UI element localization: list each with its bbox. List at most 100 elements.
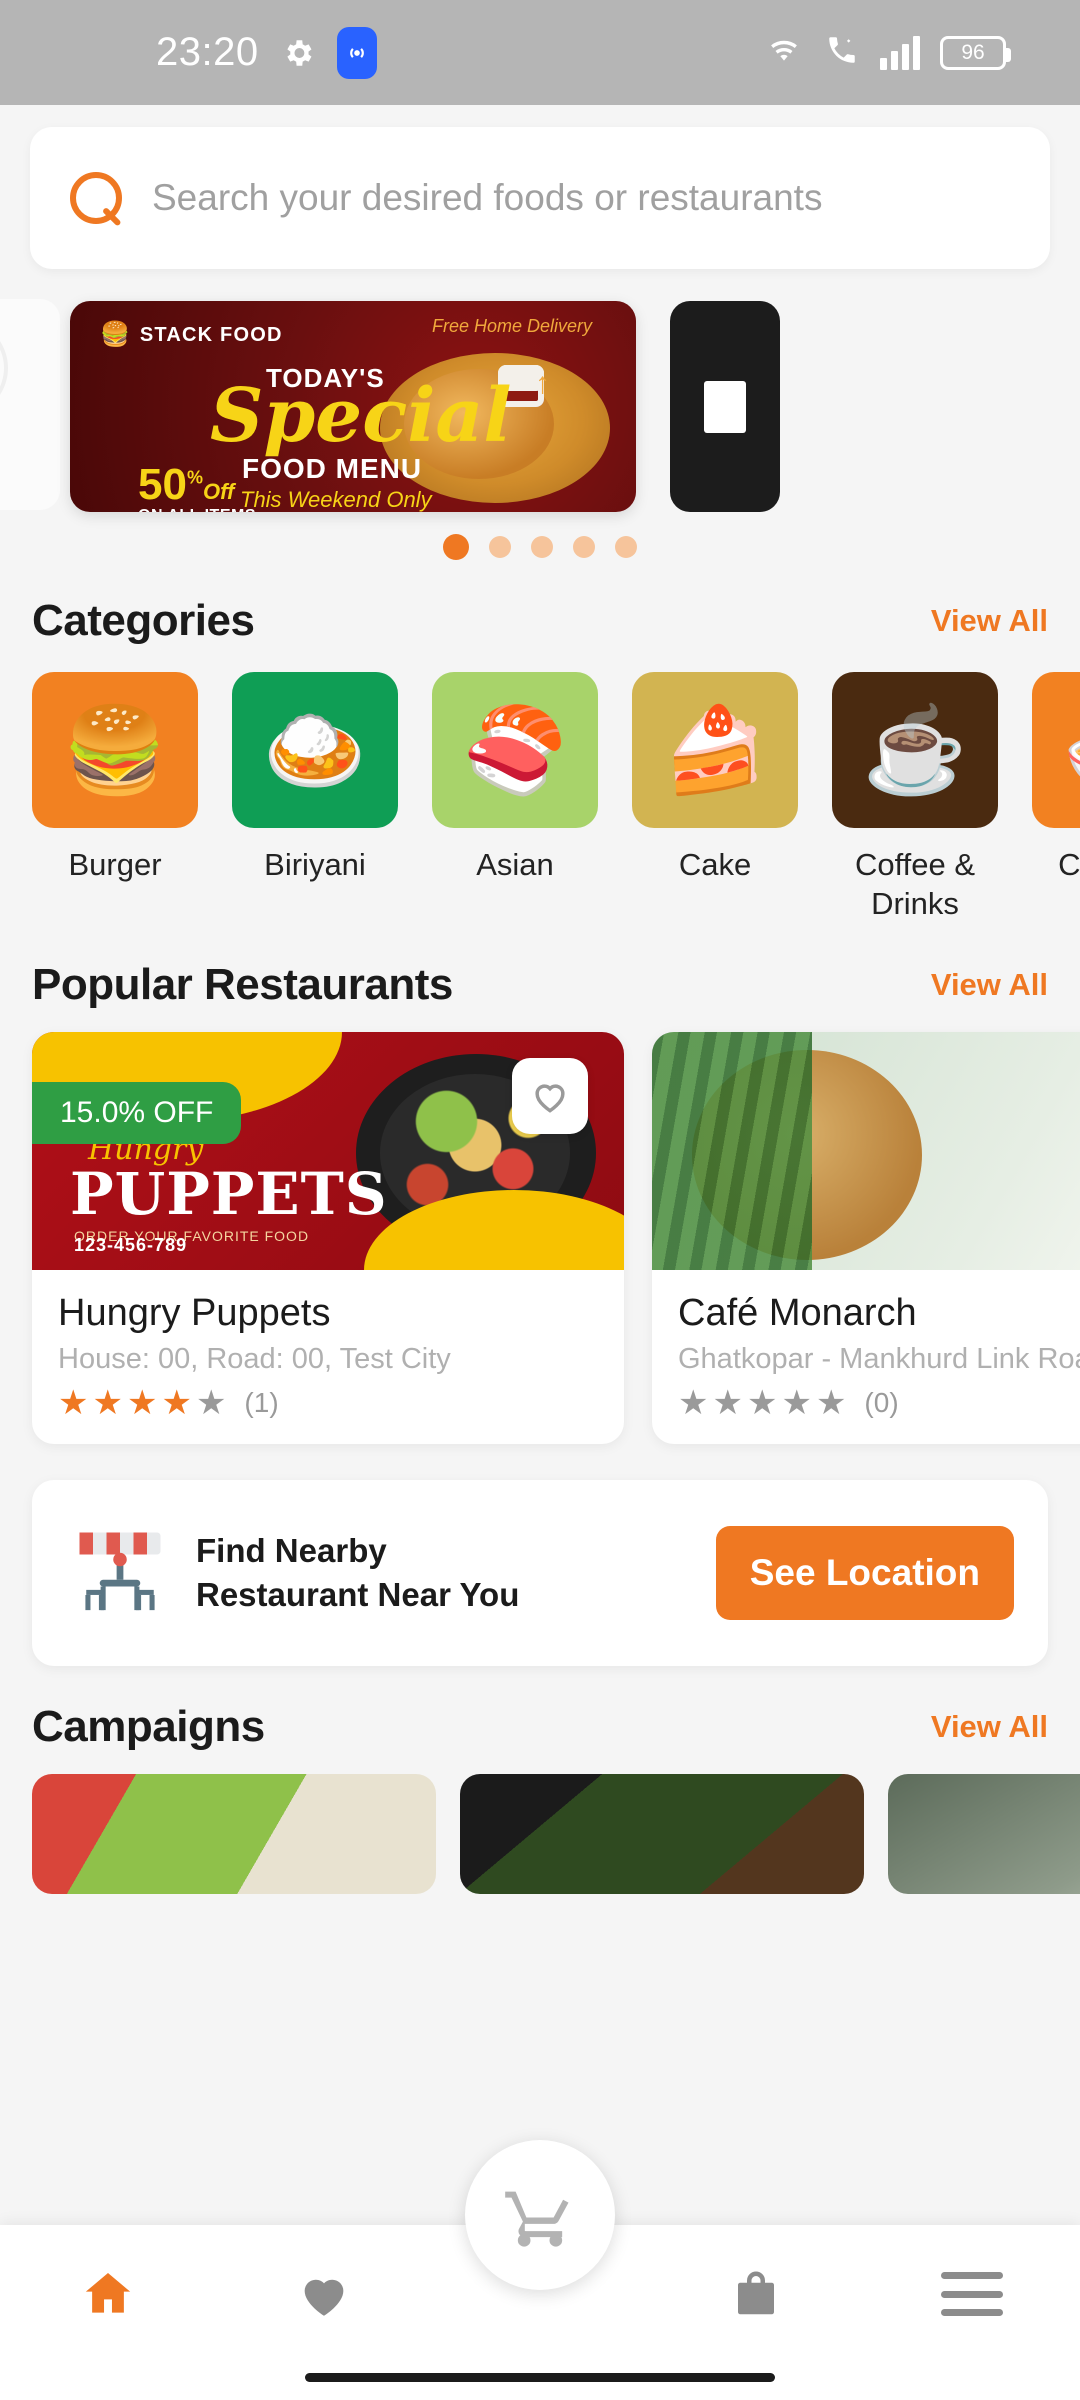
wifi-icon bbox=[764, 33, 804, 72]
category-item-coffee-drinks[interactable]: ☕ Coffee & Drinks bbox=[832, 672, 998, 924]
star-icon: ★ bbox=[58, 1383, 89, 1422]
category-image-burger: 🍔 bbox=[32, 672, 198, 828]
search-icon bbox=[70, 172, 122, 224]
popular-restaurants-view-all[interactable]: View All bbox=[931, 967, 1048, 1003]
restaurant-info: Café Monarch Ghatkopar - Mankhurd Link R… bbox=[652, 1270, 1080, 1444]
category-item-burger[interactable]: 🍔 Burger bbox=[32, 672, 198, 924]
nav-item-favorites[interactable] bbox=[249, 2257, 399, 2331]
restaurant-rating: ★ ★ ★ ★ ★ (1) bbox=[58, 1386, 598, 1420]
restaurant-card-cafe-monarch[interactable]: 2X1 COMBO OFFERS MO //// Café Monarch Gh… bbox=[652, 1031, 1080, 1444]
categories-header: Categories View All bbox=[0, 596, 1080, 646]
cart-icon bbox=[505, 2191, 569, 2247]
noodles-icon: 🍜 bbox=[1063, 708, 1080, 792]
campaign-card[interactable] bbox=[32, 1773, 436, 1894]
carousel-prev-slide[interactable]: ow bbox=[0, 299, 60, 510]
banner-brand-label: STACK FOOD bbox=[139, 323, 283, 346]
status-bar: 23:20 96 bbox=[0, 0, 1080, 105]
app-screen: Search your desired foods or restaurants… bbox=[0, 105, 1080, 2400]
category-item-cake[interactable]: 🍰 Cake bbox=[632, 672, 798, 924]
nav-item-menu[interactable] bbox=[897, 2257, 1047, 2331]
status-bar-left: 23:20 bbox=[46, 26, 377, 79]
carousel-dots[interactable] bbox=[0, 534, 1080, 560]
category-item-asian[interactable]: 🍣 Asian bbox=[432, 672, 598, 924]
category-item-biriyani[interactable]: 🍛 Biriyani bbox=[232, 672, 398, 924]
carousel-dot-4[interactable] bbox=[573, 536, 595, 558]
nearby-line-1: Find Nearby bbox=[196, 1531, 387, 1569]
nav-item-orders[interactable] bbox=[681, 2257, 831, 2331]
heart-icon bbox=[304, 2279, 344, 2316]
search-placeholder: Search your desired foods or restaurants bbox=[152, 177, 823, 218]
sushi-icon: 🍣 bbox=[462, 703, 568, 797]
carousel-dot-2[interactable] bbox=[489, 536, 511, 558]
category-item-chinese[interactable]: 🍜 Chinese bbox=[1032, 672, 1080, 924]
nav-item-home[interactable] bbox=[33, 2257, 183, 2331]
restaurant-name: Hungry Puppets bbox=[58, 1291, 331, 1334]
banner-tagline: This Weekend Only bbox=[240, 487, 432, 512]
cover-phone-text: 123-456-789 bbox=[74, 1234, 188, 1255]
promo-carousel[interactable]: ow 🍔 STACK FOOD Free Home Delivery ↑ Spe… bbox=[0, 299, 1080, 514]
banner-delivery-note: Free Home Delivery bbox=[431, 316, 592, 336]
burger-icon: 🍔 bbox=[62, 703, 168, 797]
popular-restaurants-list[interactable]: Hungry PUPPETS ORDER YOUR FAVORITE FOOD … bbox=[0, 1010, 1080, 1444]
cover-title-text: PUPPETS bbox=[70, 1159, 388, 1228]
carousel-dot-3[interactable] bbox=[531, 536, 553, 558]
menu-icon bbox=[941, 2272, 1003, 2316]
shop-stall-icon bbox=[66, 1519, 174, 1627]
carousel-dot-1[interactable] bbox=[443, 534, 469, 560]
discount-badge: 15.0% OFF bbox=[32, 1081, 242, 1144]
category-image-cake: 🍰 bbox=[632, 672, 798, 828]
gesture-bar bbox=[305, 2373, 775, 2382]
categories-view-all[interactable]: View All bbox=[931, 603, 1048, 639]
restaurant-address: Ghatkopar - Mankhurd Link Road bbox=[678, 1342, 1080, 1375]
restaurant-address: House: 00, Road: 00, Test City bbox=[58, 1342, 451, 1375]
nearby-restaurant-card[interactable]: Find Nearby Restaurant Near You See Loca… bbox=[32, 1479, 1048, 1666]
star-icon: ★ bbox=[712, 1383, 743, 1422]
restaurant-name: Café Monarch bbox=[678, 1291, 917, 1334]
restaurant-card-hungry-puppets[interactable]: Hungry PUPPETS ORDER YOUR FAVORITE FOOD … bbox=[32, 1031, 624, 1444]
campaigns-header: Campaigns View All bbox=[0, 1702, 1080, 1752]
category-image-biriyani: 🍛 bbox=[232, 672, 398, 828]
star-icon: ★ bbox=[126, 1383, 158, 1422]
rating-count: (1) bbox=[244, 1386, 279, 1418]
category-label: Chinese bbox=[1058, 847, 1080, 882]
nearby-line-2: Restaurant Near You bbox=[196, 1575, 520, 1613]
banner-discount-word: Off bbox=[202, 479, 235, 504]
popular-restaurants-header: Popular Restaurants View All bbox=[0, 960, 1080, 1010]
banner-brand: 🍔 STACK FOOD bbox=[100, 323, 283, 347]
hotspot-icon bbox=[336, 26, 377, 79]
banner-discount-value: 50 bbox=[138, 460, 187, 509]
star-icon: ★ bbox=[678, 1383, 709, 1422]
campaign-card[interactable] bbox=[888, 1773, 1080, 1894]
restaurant-info: Hungry Puppets House: 00, Road: 00, Test… bbox=[32, 1270, 624, 1444]
search-input[interactable]: Search your desired foods or restaurants bbox=[30, 127, 1050, 269]
campaigns-view-all[interactable]: View All bbox=[931, 1709, 1048, 1745]
categories-list[interactable]: 🍔 Burger 🍛 Biriyani 🍣 Asian 🍰 Cake ☕ Cof… bbox=[0, 646, 1080, 924]
campaigns-list[interactable] bbox=[0, 1752, 1080, 1894]
banner-kicker: TODAY'S bbox=[266, 363, 385, 393]
signal-bars-icon bbox=[880, 35, 920, 70]
star-icon: ★ bbox=[195, 1383, 227, 1422]
home-icon bbox=[79, 2266, 137, 2322]
category-image-chinese: 🍜 bbox=[1032, 672, 1080, 828]
campaign-card[interactable] bbox=[460, 1773, 864, 1894]
call-icon bbox=[824, 33, 860, 72]
banner-discount-percent: % bbox=[186, 467, 203, 488]
cart-fab-button[interactable] bbox=[465, 2140, 615, 2290]
carousel-dot-5[interactable] bbox=[615, 536, 637, 558]
search-section: Search your desired foods or restaurants bbox=[0, 105, 1080, 269]
see-location-button[interactable]: See Location bbox=[715, 1525, 1014, 1620]
star-icon: ★ bbox=[815, 1383, 847, 1422]
star-icon: ★ bbox=[92, 1383, 123, 1422]
burger-icon: 🍔 bbox=[100, 321, 130, 348]
popular-restaurants-title: Popular Restaurants bbox=[32, 959, 453, 1009]
carousel-next-slide[interactable] bbox=[670, 301, 780, 512]
banner-subhead: FOOD MENU bbox=[242, 453, 423, 484]
cake-icon: 🍰 bbox=[662, 703, 768, 797]
rating-count: (0) bbox=[864, 1386, 899, 1418]
promo-banner-slide[interactable]: 🍔 STACK FOOD Free Home Delivery ↑ Specia… bbox=[70, 301, 636, 512]
favorite-button[interactable] bbox=[512, 1057, 588, 1134]
rice-icon: 🍛 bbox=[262, 703, 368, 797]
category-label: Asian bbox=[476, 847, 554, 882]
star-icon: ★ bbox=[746, 1383, 778, 1422]
star-icon: ★ bbox=[161, 1383, 192, 1422]
